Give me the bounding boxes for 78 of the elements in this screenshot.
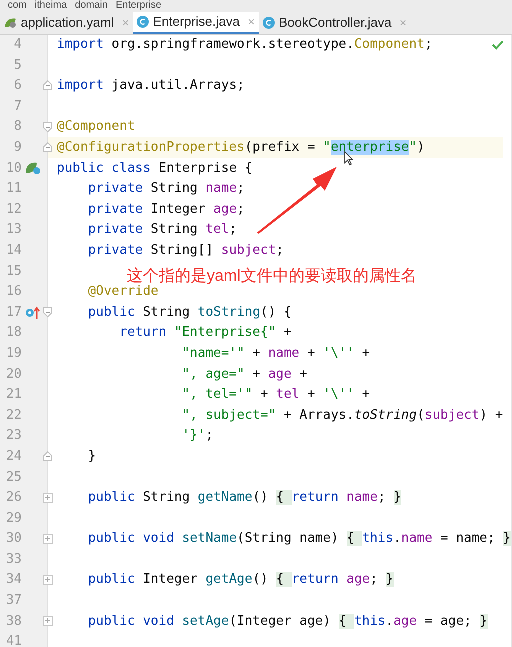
code-line: return "Enterprise{" + <box>118 324 292 342</box>
line-number: 10 <box>5 160 22 178</box>
expand-icon[interactable] <box>43 575 53 586</box>
code-line: public class Enterprise { <box>57 160 253 178</box>
bean-icon <box>25 161 41 176</box>
code-line: } <box>87 448 96 466</box>
line-number: 5 <box>13 56 22 75</box>
code-line: @Override <box>87 284 159 302</box>
code-line: private String name; <box>87 180 245 198</box>
line-number: 8 <box>13 118 22 136</box>
line-number: 9 <box>13 139 22 158</box>
code-line: @Component <box>57 118 136 136</box>
line-number: 38 <box>5 612 22 631</box>
code-line: @ConfigurationProperties(prefix = "enterprise") <box>57 139 425 158</box>
code-line: public String toString() { <box>87 304 292 322</box>
expand-icon[interactable] <box>43 492 53 503</box>
line-number: 20 <box>5 366 22 384</box>
line-number: 15 <box>5 262 22 281</box>
line-number: 13 <box>5 221 22 240</box>
line-number: 18 <box>5 324 22 342</box>
code-line: public String getName() { return name; } <box>87 489 402 508</box>
code-line: ", subject=" + Arrays.toString(subject) + <box>181 406 504 425</box>
line-number: 11 <box>5 180 22 198</box>
line-number: 16 <box>5 283 22 302</box>
tab-label: Enterprise.java <box>153 13 240 31</box>
code-line: public void setAge(Integer age) { this.age = age; } <box>87 612 488 631</box>
breadcrumb-item[interactable]: domain <box>75 0 108 12</box>
annotation-note: 这个指的是yaml文件中的要读取的属性名 <box>127 266 417 285</box>
line-number: 23 <box>5 427 22 446</box>
tab-label: application.yaml <box>21 14 114 32</box>
code-line: public Integer getAge() { return age; } <box>87 571 394 590</box>
check-icon <box>492 40 504 50</box>
tab-label: BookController.java <box>278 14 392 32</box>
line-number: 41 <box>5 633 22 647</box>
line-number: 22 <box>5 406 22 425</box>
fold-marker-icon[interactable] <box>43 451 53 462</box>
line-number: 4 <box>13 36 22 54</box>
line-number: 25 <box>5 468 22 487</box>
line-number: 19 <box>5 344 22 363</box>
code-line: '}'; <box>181 427 214 446</box>
fold-marker-icon[interactable] <box>43 307 53 318</box>
line-number: 12 <box>5 200 22 219</box>
breadcrumb-item[interactable]: Enterprise <box>116 0 162 12</box>
code-line: ", age=" + age + <box>181 366 308 384</box>
class-icon <box>262 16 275 29</box>
line-number: 21 <box>5 386 22 404</box>
code-line: private String tel; <box>87 221 238 240</box>
line-number: 33 <box>5 550 22 569</box>
breadcrumb-item[interactable]: com <box>8 0 27 12</box>
editor-tab[interactable]: application.yaml × <box>0 12 134 34</box>
class-icon <box>137 16 150 28</box>
code-line: ", tel='" + tel + '\'' + <box>181 386 370 404</box>
editor-tab[interactable]: BookController.java × <box>258 12 411 34</box>
code-line: private Integer age; <box>87 200 245 219</box>
line-number: 24 <box>5 448 22 466</box>
code-line: import org.springframework.stereotype.Component; <box>57 36 433 54</box>
expand-icon[interactable] <box>43 616 53 626</box>
fold-marker-icon[interactable] <box>43 122 53 133</box>
fold-marker-icon[interactable] <box>43 142 53 154</box>
line-number: 6 <box>13 77 22 96</box>
line-number: 26 <box>5 489 22 508</box>
fold-marker-icon[interactable] <box>43 80 53 92</box>
line-number: 37 <box>5 592 22 610</box>
breadcrumb-item[interactable]: itheima <box>34 0 68 12</box>
code-line: private String[] subject; <box>87 242 284 260</box>
editor-tab[interactable]: Enterprise.java × <box>133 12 259 34</box>
line-number: 29 <box>5 510 22 528</box>
line-number: 34 <box>5 571 22 590</box>
line-number: 30 <box>5 530 22 548</box>
line-number: 7 <box>13 98 22 116</box>
line-number: 14 <box>5 242 22 260</box>
override-icon <box>25 306 41 320</box>
line-number: 17 <box>5 304 22 322</box>
code-line: public void setName(String name) { this.name = name; } <box>87 530 511 548</box>
expand-icon[interactable] <box>43 534 53 544</box>
leaf-icon <box>4 16 17 29</box>
code-line: import java.util.Arrays; <box>57 77 245 96</box>
code-line: "name='" + name + '\'' + <box>181 344 370 363</box>
